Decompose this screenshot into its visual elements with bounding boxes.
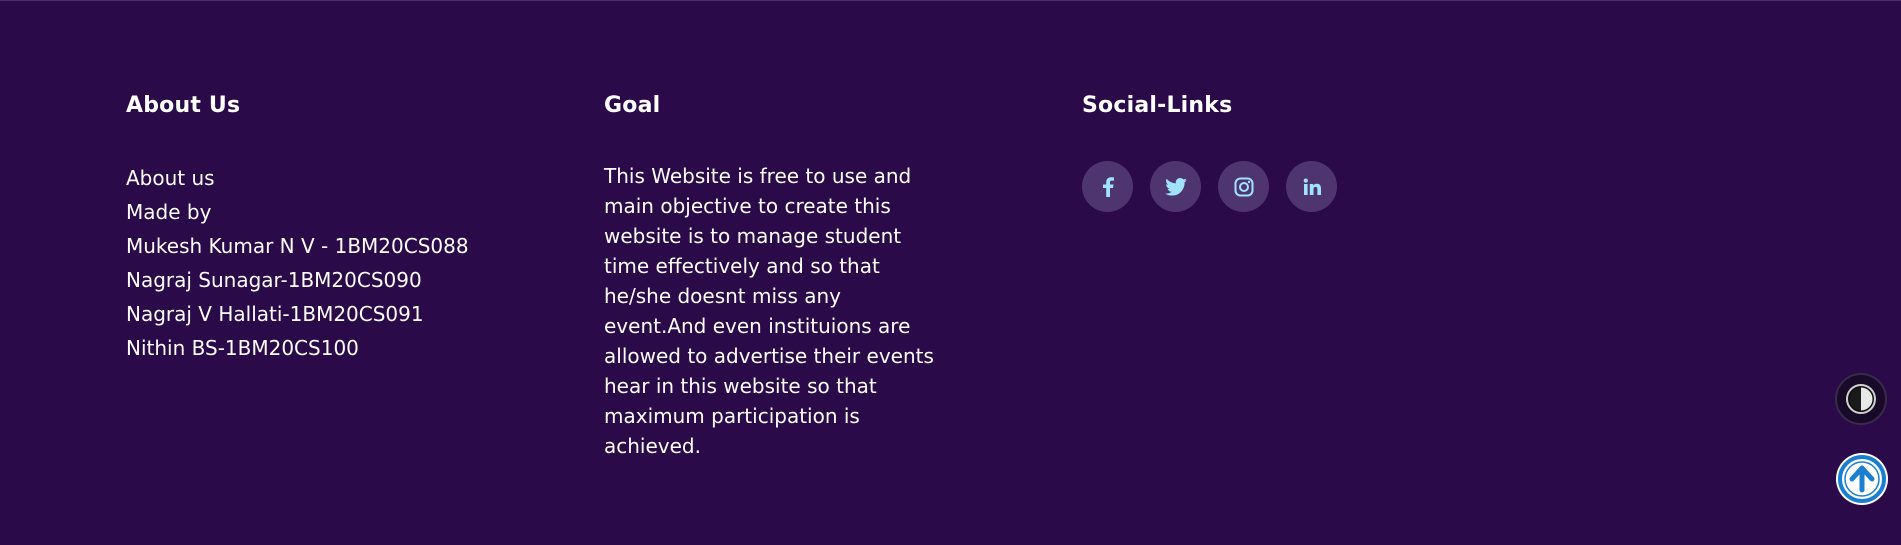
instagram-icon bbox=[1234, 177, 1253, 196]
about-us-list: About us Made by Mukesh Kumar N V - 1BM2… bbox=[126, 161, 469, 365]
twitter-link[interactable] bbox=[1150, 161, 1201, 212]
made-by-label: Made by bbox=[126, 200, 212, 224]
team-member-nithin: Nithin BS-1BM20CS100 bbox=[126, 336, 359, 360]
linkedin-icon bbox=[1303, 178, 1321, 195]
social-links-heading: Social-Links bbox=[1082, 93, 1233, 118]
linkedin-link[interactable] bbox=[1286, 161, 1337, 212]
team-member-mukesh: Mukesh Kumar N V - 1BM20CS088 bbox=[126, 234, 469, 258]
instagram-link[interactable] bbox=[1218, 161, 1269, 212]
contrast-icon bbox=[1846, 384, 1876, 414]
facebook-link[interactable] bbox=[1082, 161, 1133, 212]
goal-column: Goal This Website is free to use and mai… bbox=[604, 91, 944, 458]
facebook-icon bbox=[1102, 176, 1114, 197]
social-links-column: Social-Links bbox=[1082, 91, 1482, 212]
social-links-row bbox=[1082, 161, 1337, 212]
theme-toggle-button[interactable] bbox=[1835, 373, 1887, 425]
twitter-icon bbox=[1164, 177, 1187, 196]
site-footer: About Us About us Made by Mukesh Kumar N… bbox=[0, 0, 1901, 545]
team-member-nagraj-hallati: Nagraj V Hallati-1BM20CS091 bbox=[126, 302, 424, 326]
about-us-link[interactable]: About us bbox=[126, 161, 469, 195]
team-member-nagraj-sunagar: Nagraj Sunagar-1BM20CS090 bbox=[126, 268, 422, 292]
arrow-up-circle-icon bbox=[1838, 455, 1886, 503]
goal-heading: Goal bbox=[604, 93, 661, 118]
goal-description: This Website is free to use and main obj… bbox=[604, 164, 934, 458]
about-us-heading: About Us bbox=[126, 93, 241, 118]
scroll-to-top-button[interactable] bbox=[1836, 453, 1888, 505]
about-us-column: About Us About us Made by Mukesh Kumar N… bbox=[126, 91, 556, 360]
